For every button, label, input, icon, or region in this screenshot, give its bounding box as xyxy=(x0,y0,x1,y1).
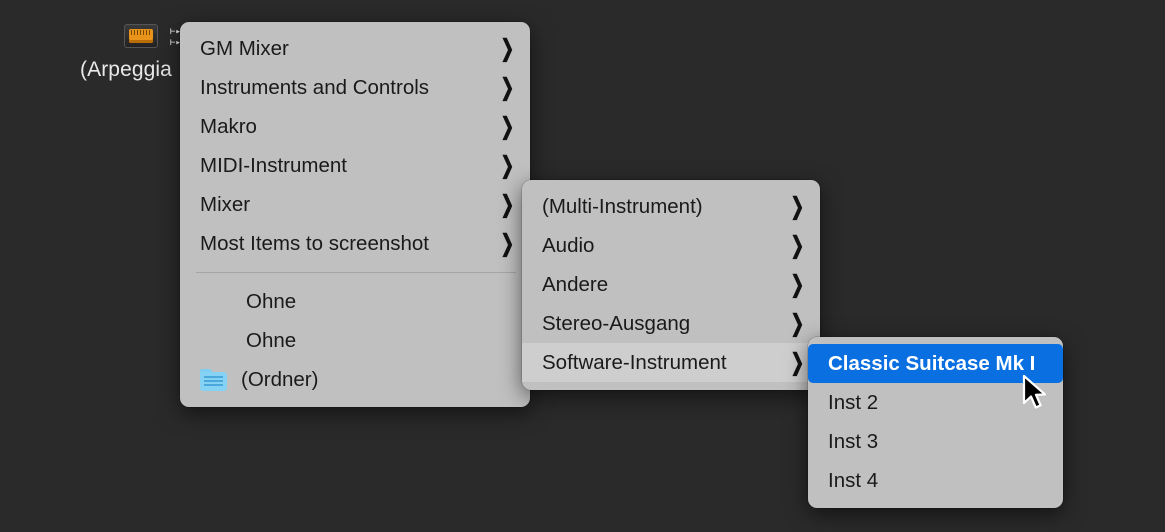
chevron-right-icon: ❯ xyxy=(790,271,805,298)
menu-item[interactable]: Stereo-Ausgang ❯ xyxy=(522,304,820,343)
menu-item[interactable]: Inst 3 xyxy=(808,422,1063,461)
menu-item[interactable]: Mixer ❯ xyxy=(180,185,530,224)
menu-item-label: Ohne xyxy=(246,289,297,313)
menu-item-label: Stereo-Ausgang xyxy=(542,311,691,335)
midi-keyboard-icon[interactable] xyxy=(124,24,158,48)
menu-item-label: Mixer xyxy=(200,192,251,216)
menu-item[interactable]: Ohne xyxy=(180,321,530,360)
keyboard-glyph xyxy=(129,29,153,43)
chevron-right-icon: ❯ xyxy=(790,232,805,259)
chevron-right-icon: ❯ xyxy=(790,310,805,337)
menu-item-label: Most Items to screenshot xyxy=(200,231,430,255)
chevron-right-icon: ❯ xyxy=(500,191,515,218)
menu-item-label: (Ordner) xyxy=(241,367,319,391)
menu-item-label: Audio xyxy=(542,233,595,257)
folder-icon xyxy=(200,368,227,391)
menu-item-label: Inst 2 xyxy=(828,390,879,414)
menu-item-label: (Multi-Instrument) xyxy=(542,194,703,218)
menu-item[interactable]: Ohne xyxy=(180,282,530,321)
submenu-software-instrument[interactable]: Classic Suitcase Mk I Inst 2 Inst 3 Inst 4 xyxy=(808,337,1063,508)
menu-item[interactable]: Makro ❯ xyxy=(180,107,530,146)
menu-item[interactable]: Inst 4 xyxy=(808,461,1063,500)
submenu-mixer[interactable]: (Multi-Instrument) ❯ Audio ❯ Andere ❯ Stereo-A… xyxy=(522,180,820,390)
menu-item[interactable]: Audio ❯ xyxy=(522,226,820,265)
menu-separator xyxy=(196,272,516,273)
chevron-right-icon: ❯ xyxy=(500,113,515,140)
menu-item-label: Classic Suitcase Mk I xyxy=(828,351,1036,375)
menu-item-label: GM Mixer xyxy=(200,36,289,60)
menu-item[interactable]: (Multi-Instrument) ❯ xyxy=(522,187,820,226)
context-menu-new-object[interactable]: GM Mixer ❯ Instruments and Controls ❯ Makro ❯… xyxy=(180,22,530,407)
chevron-right-icon: ❯ xyxy=(790,349,805,376)
menu-item-label: Software-Instrument xyxy=(542,350,727,374)
menu-item-label: Andere xyxy=(542,272,609,296)
menu-item-label: Inst 4 xyxy=(828,468,879,492)
menu-item[interactable]: Inst 2 xyxy=(808,383,1063,422)
menu-item[interactable]: Most Items to screenshot ❯ xyxy=(180,224,530,263)
menu-item[interactable]: Software-Instrument ❯ xyxy=(522,343,820,382)
menu-item[interactable]: MIDI-Instrument ❯ xyxy=(180,146,530,185)
menu-item-label: MIDI-Instrument xyxy=(200,153,347,177)
menu-item-label: Inst 3 xyxy=(828,429,879,453)
chevron-right-icon: ❯ xyxy=(500,152,515,179)
menu-item[interactable]: GM Mixer ❯ xyxy=(180,29,530,68)
menu-item-label: Ohne xyxy=(246,328,297,352)
chevron-right-icon: ❯ xyxy=(500,230,515,257)
menu-item[interactable]: Andere ❯ xyxy=(522,265,820,304)
chevron-right-icon: ❯ xyxy=(500,35,515,62)
menu-item-label: Makro xyxy=(200,114,257,138)
menu-item[interactable]: (Ordner) xyxy=(180,360,530,399)
object-label: (Arpeggia xyxy=(80,58,172,81)
menu-item[interactable]: Instruments and Controls ❯ xyxy=(180,68,530,107)
chevron-right-icon: ❯ xyxy=(500,74,515,101)
menu-item-label: Instruments and Controls xyxy=(200,75,430,99)
chevron-right-icon: ❯ xyxy=(790,193,805,220)
menu-item[interactable]: Classic Suitcase Mk I xyxy=(808,344,1063,383)
